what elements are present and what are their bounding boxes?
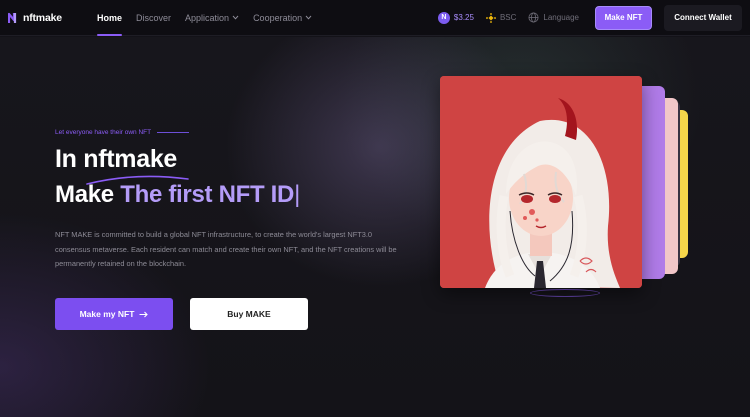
typing-caret: | (294, 181, 301, 208)
header-actions: N $3.25 BSC Language Make NFT Connect Wa… (437, 4, 742, 31)
top-navigation-bar: nftmake Home Discover Application Cooper… (0, 0, 750, 36)
chain-label: BSC (499, 13, 517, 22)
logo[interactable]: nftmake (8, 12, 88, 24)
nav-application[interactable]: Application (178, 0, 246, 36)
make-nft-button[interactable]: Make NFT (595, 5, 652, 30)
hero-title-prefix: Make (55, 181, 114, 208)
logo-text: nftmake (23, 11, 62, 24)
make-my-nft-button[interactable]: Make my NFT (55, 298, 173, 330)
nav-home[interactable]: Home (90, 0, 129, 36)
chevron-down-icon (232, 15, 239, 20)
nav-home-label: Home (97, 12, 123, 23)
nav-cooperation-label: Cooperation (253, 12, 303, 23)
buy-make-button[interactable]: Buy MAKE (190, 298, 308, 330)
bsc-icon (485, 12, 496, 23)
chain-selector[interactable]: BSC (485, 12, 517, 23)
nftmake-logo-icon (8, 12, 17, 23)
nav-cooperation[interactable]: Cooperation (246, 0, 319, 36)
token-price[interactable]: N $3.25 (437, 11, 474, 24)
nav-application-label: Application (185, 12, 230, 23)
connect-wallet-button[interactable]: Connect Wallet (664, 4, 742, 31)
chevron-down-icon (305, 15, 312, 20)
make-my-nft-label: Make my NFT (79, 309, 135, 319)
language-label: Language (543, 13, 579, 22)
token-price-value: $3.25 (453, 13, 474, 22)
globe-icon (528, 12, 539, 23)
language-selector[interactable]: Language (528, 12, 579, 23)
hero-title-line2: Make The first NFT ID| (55, 181, 300, 209)
main-nav: Home Discover Application Cooperation (90, 0, 319, 36)
arrow-right-icon (139, 311, 149, 317)
card-glow-ellipse (530, 289, 600, 297)
nft-avatar-illustration (440, 76, 642, 288)
tagline-divider (157, 132, 190, 133)
nft-card-featured[interactable] (440, 76, 642, 288)
token-coin-icon: N (437, 11, 450, 24)
hero-description: NFT MAKE is committed to build a global … (55, 230, 397, 268)
hero-tagline: Let everyone have their own NFT (55, 129, 190, 136)
nav-discover-label: Discover (136, 12, 172, 23)
nav-discover[interactable]: Discover (129, 0, 178, 36)
hero-title-accent: The first NFT ID (120, 181, 295, 208)
hero-title-line1: In nftmake (55, 145, 178, 173)
hero-tagline-text: Let everyone have their own NFT (55, 129, 152, 136)
